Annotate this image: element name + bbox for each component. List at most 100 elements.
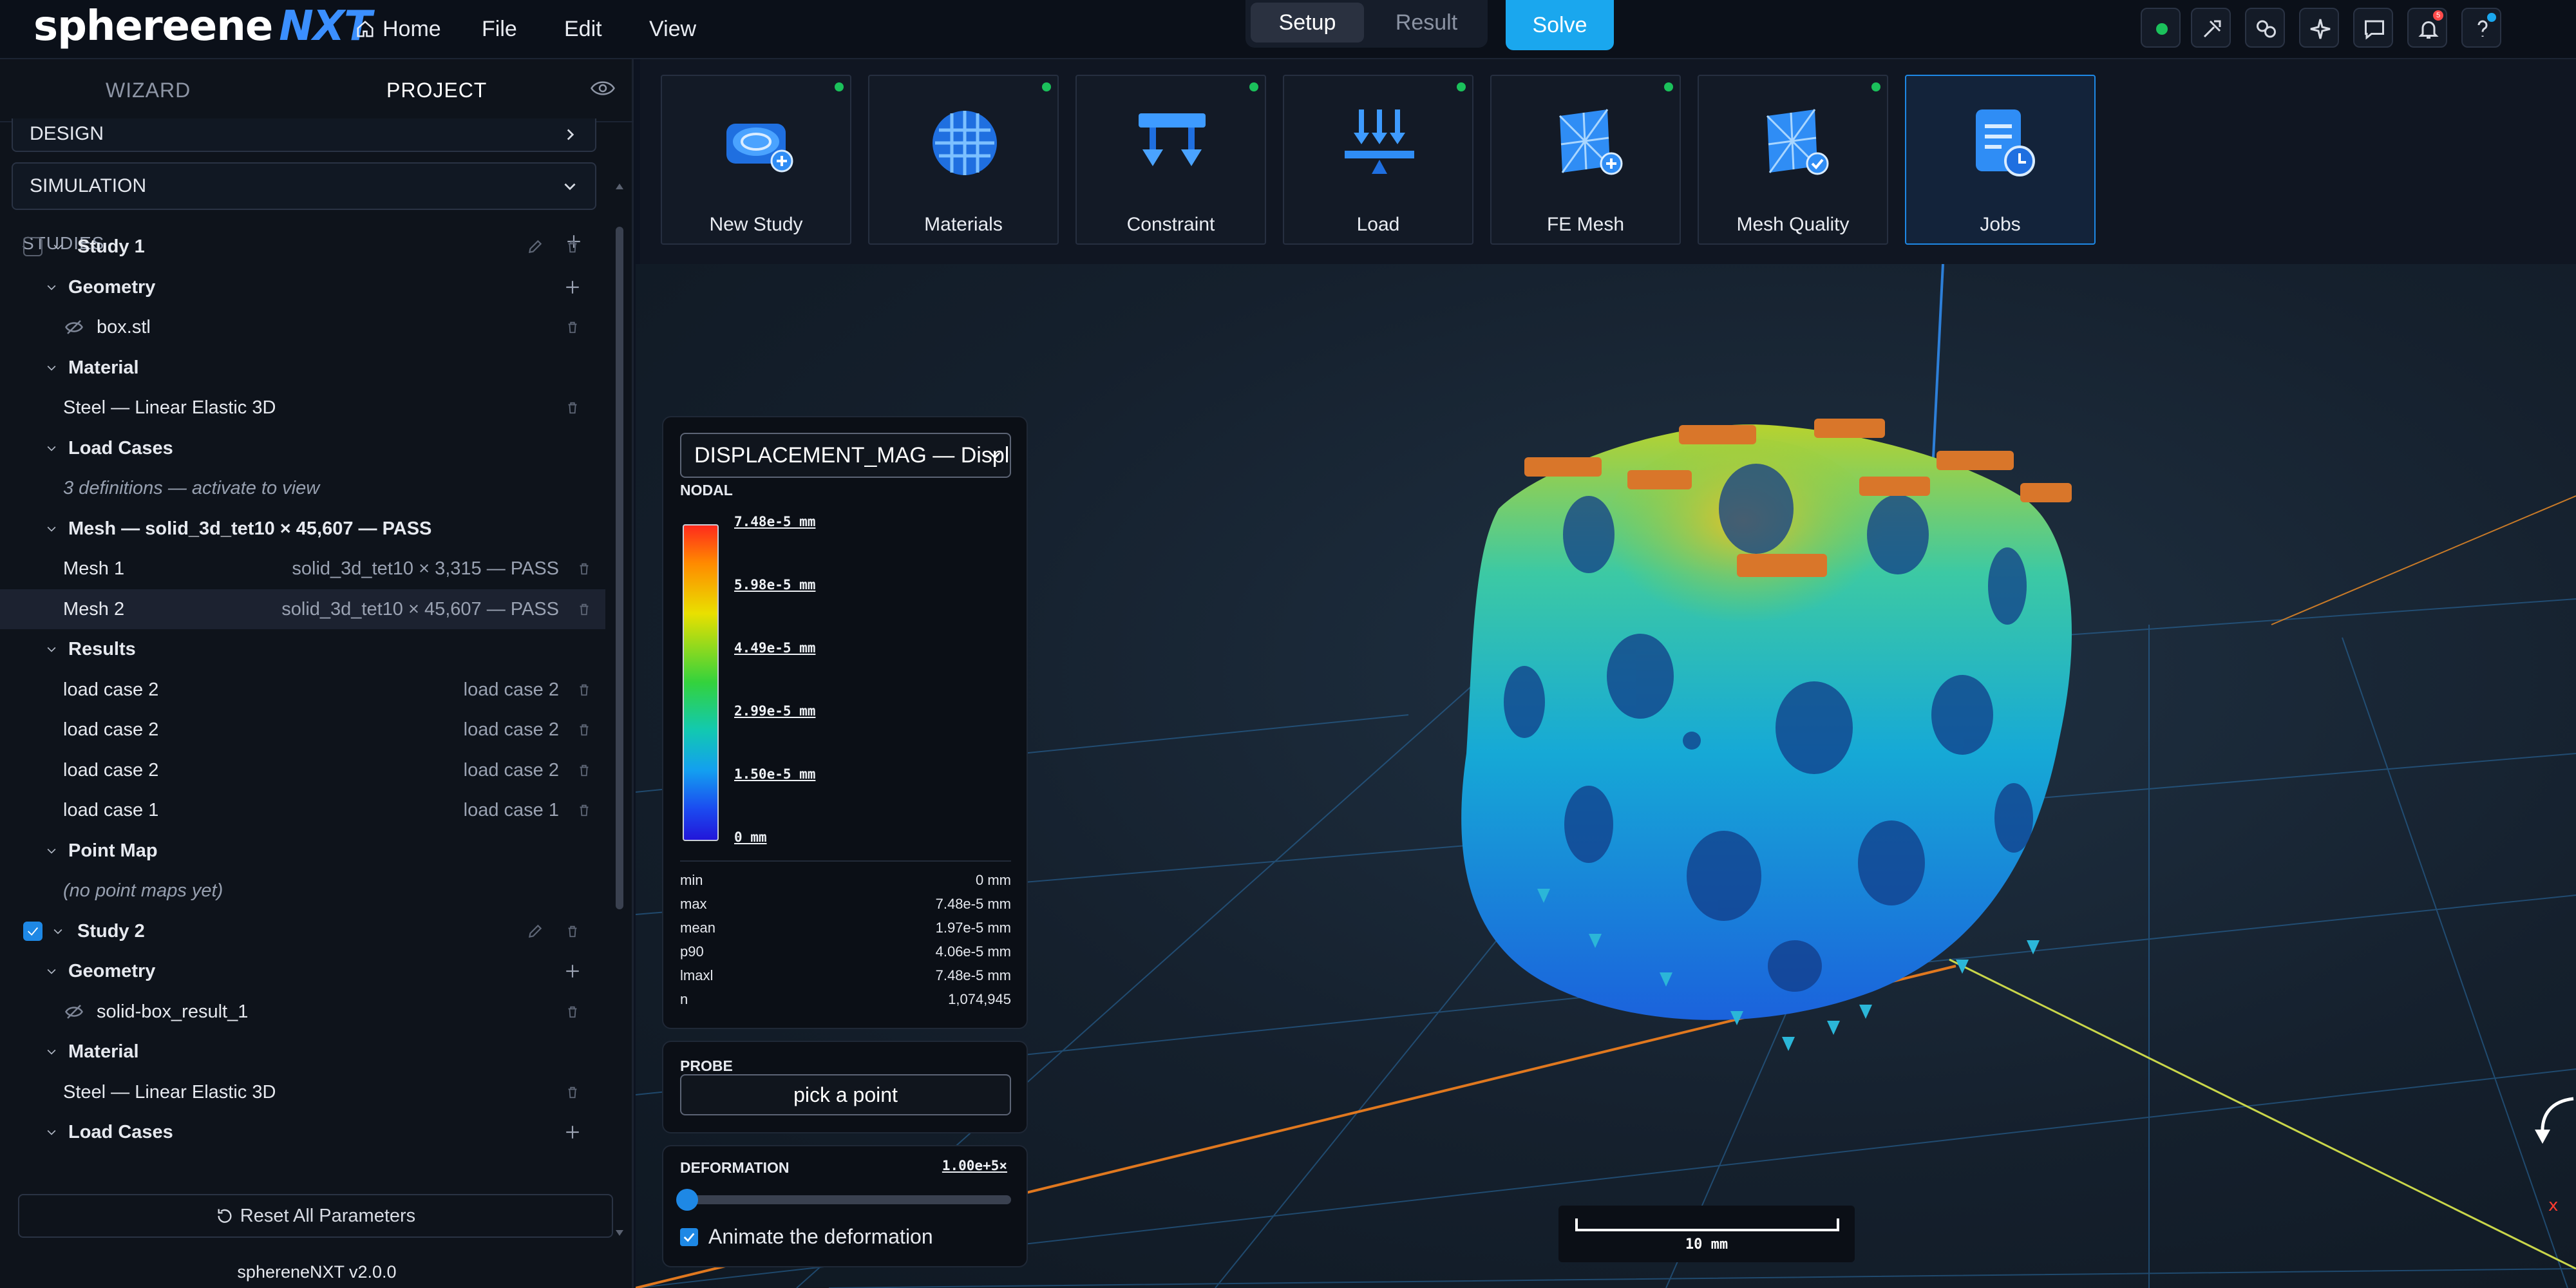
trash-icon[interactable] — [577, 802, 591, 819]
design-section[interactable]: DESIGN — [12, 118, 596, 152]
status-button[interactable] — [2141, 8, 2181, 48]
mesh-row[interactable]: Mesh 2 solid_3d_tet10 × 45,607 — PASS — [0, 589, 605, 629]
result-row[interactable]: load case 2 load case 2 — [0, 750, 605, 790]
menu-file[interactable]: File — [482, 17, 517, 42]
result-field-select[interactable]: DISPLACEMENT_MAG — Displa — [680, 433, 1011, 478]
material-node[interactable]: Material — [0, 1032, 605, 1072]
chevron-down-icon[interactable] — [45, 965, 58, 978]
tool-label: FE Mesh — [1546, 214, 1625, 235]
material-row[interactable]: Steel — Linear Elastic 3D — [0, 388, 605, 428]
deformation-scale-value[interactable]: 1.00e+5× — [942, 1158, 1007, 1173]
fe-mesh-tool[interactable]: FE Mesh — [1490, 75, 1681, 245]
chevron-down-icon[interactable] — [45, 281, 58, 294]
trash-icon[interactable] — [565, 238, 580, 255]
eye-off-icon[interactable] — [64, 1002, 84, 1021]
geometry-node[interactable]: Geometry — [0, 267, 605, 307]
result-row[interactable]: load case 2 load case 2 — [0, 670, 605, 710]
result-row[interactable]: load case 2 load case 2 — [0, 710, 605, 750]
y-axis — [1949, 958, 2576, 1270]
plus-icon[interactable] — [564, 963, 581, 980]
study-row[interactable]: Study 1 — [0, 227, 605, 267]
geometry-file-row[interactable]: solid-box_result_1 — [0, 992, 605, 1032]
trash-icon[interactable] — [565, 923, 580, 940]
tab-result[interactable]: Result — [1372, 3, 1481, 43]
pick-point-button[interactable]: pick a point — [680, 1074, 1011, 1115]
point-map-hint[interactable]: (no point maps yet) — [0, 871, 605, 911]
notifications-button[interactable]: 5 — [2407, 8, 2447, 48]
plus-icon[interactable] — [564, 279, 581, 296]
tree-label: Steel — Linear Elastic 3D — [63, 397, 276, 418]
result-row[interactable]: load case 1 load case 1 — [0, 790, 605, 830]
rotate-view-icon[interactable] — [2532, 1095, 2576, 1153]
load-tool[interactable]: Load — [1283, 75, 1473, 245]
menu-view[interactable]: View — [649, 17, 696, 42]
geometry-file-row[interactable]: box.stl — [0, 307, 605, 347]
study-row[interactable]: Study 2 — [0, 911, 605, 951]
simulation-section[interactable]: SIMULATION — [12, 162, 596, 210]
trash-icon[interactable] — [565, 1084, 580, 1101]
material-node[interactable]: Material — [0, 348, 605, 388]
chat-button[interactable] — [2353, 8, 2393, 48]
trash-icon[interactable] — [577, 721, 591, 738]
tools-button[interactable] — [2191, 8, 2231, 48]
tab-project[interactable]: PROJECT — [386, 79, 487, 102]
pencil-icon[interactable] — [527, 238, 544, 255]
deformation-slider[interactable] — [676, 1189, 1011, 1211]
chevron-down-icon[interactable] — [45, 442, 58, 455]
study-checkbox[interactable] — [23, 921, 43, 941]
trash-icon[interactable] — [577, 560, 591, 577]
study-checkbox[interactable] — [23, 237, 43, 256]
chevron-down-icon[interactable] — [45, 361, 58, 374]
geometry-node[interactable]: Geometry — [0, 951, 605, 991]
load-cases-hint[interactable]: 3 definitions — activate to view — [0, 468, 605, 508]
tab-setup[interactable]: Setup — [1251, 3, 1364, 43]
check-icon[interactable] — [26, 924, 40, 938]
menu-edit[interactable]: Edit — [564, 17, 602, 42]
menu-home[interactable]: Home — [355, 17, 441, 42]
new-study-tool[interactable]: New Study — [661, 75, 851, 245]
chevron-down-icon[interactable] — [45, 844, 58, 857]
chevron-down-icon[interactable] — [45, 1045, 58, 1058]
ai-button[interactable] — [2299, 8, 2339, 48]
results-node[interactable]: Results — [0, 629, 605, 669]
link-button[interactable] — [2245, 8, 2285, 48]
point-map-node[interactable]: Point Map — [0, 831, 605, 871]
chevron-down-icon[interactable] — [52, 925, 64, 938]
load-cases-node[interactable]: Load Cases — [0, 428, 605, 468]
constraint-tool[interactable]: Constraint — [1075, 75, 1266, 245]
trash-icon[interactable] — [565, 399, 580, 416]
app-logo: sphereene NXT — [33, 3, 372, 50]
trash-icon[interactable] — [577, 681, 591, 698]
checkbox-checked[interactable] — [680, 1228, 698, 1246]
help-button[interactable] — [2461, 8, 2501, 48]
plus-icon[interactable] — [564, 1124, 581, 1141]
scroll-down-icon[interactable] — [614, 1229, 625, 1238]
trash-icon[interactable] — [577, 762, 591, 779]
tab-wizard[interactable]: WIZARD — [106, 79, 191, 102]
material-row[interactable]: Steel — Linear Elastic 3D — [0, 1072, 605, 1112]
load-cases-node[interactable]: Load Cases — [0, 1112, 605, 1152]
panel-scrollbar[interactable] — [614, 182, 625, 1238]
animate-deformation-toggle[interactable]: Animate the deformation — [680, 1225, 933, 1249]
jobs-tool[interactable]: Jobs — [1905, 75, 2096, 245]
chevron-down-icon[interactable] — [45, 522, 58, 535]
tree-label: Point Map — [68, 840, 158, 861]
reset-all-button[interactable]: Reset All Parameters — [18, 1194, 613, 1238]
scroll-up-icon[interactable] — [614, 182, 625, 191]
chevron-down-icon[interactable] — [52, 240, 64, 253]
materials-tool[interactable]: Materials — [868, 75, 1059, 245]
trash-icon[interactable] — [565, 319, 580, 336]
mesh-node[interactable]: Mesh — solid_3d_tet10 × 45,607 — PASS — [0, 509, 605, 549]
scroll-thumb[interactable] — [616, 227, 623, 909]
chevron-down-icon[interactable] — [45, 1126, 58, 1139]
trash-icon[interactable] — [565, 1003, 580, 1020]
solve-button[interactable]: Solve — [1506, 0, 1614, 50]
pencil-icon[interactable] — [527, 923, 544, 940]
trash-icon[interactable] — [577, 601, 591, 618]
mesh-quality-tool[interactable]: Mesh Quality — [1698, 75, 1888, 245]
eye-off-icon[interactable] — [64, 317, 84, 337]
eye-icon[interactable] — [590, 79, 616, 98]
mesh-row[interactable]: Mesh 1 solid_3d_tet10 × 3,315 — PASS — [0, 549, 605, 589]
slider-knob[interactable] — [676, 1189, 698, 1211]
chevron-down-icon[interactable] — [45, 643, 58, 656]
